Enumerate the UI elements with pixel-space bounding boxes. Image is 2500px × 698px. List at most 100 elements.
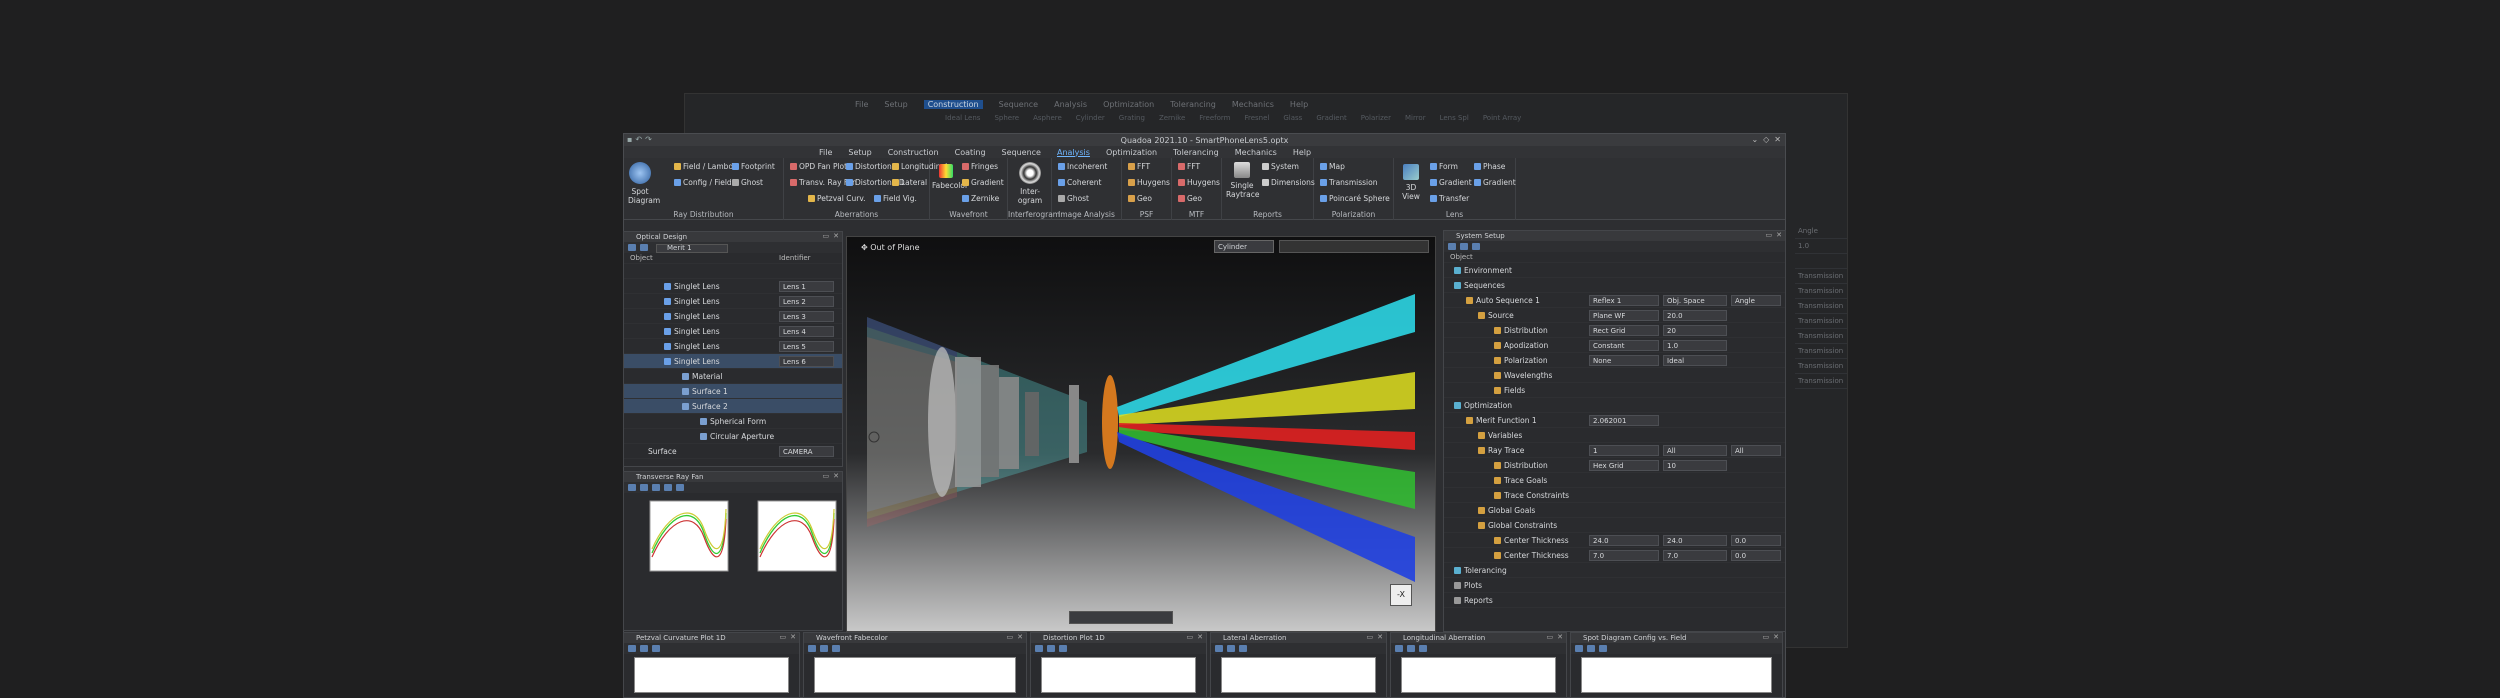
redo-icon[interactable]: ↷ (645, 135, 652, 144)
psf-huygens-button[interactable]: Huygens (1128, 178, 1170, 187)
setup-row[interactable]: Wavelengths (1444, 368, 1785, 383)
menu-coating[interactable]: Coating (955, 148, 986, 157)
setup-value-2[interactable]: 7.0 (1663, 549, 1727, 561)
axis-indicator[interactable]: -X (1390, 584, 1412, 606)
menu-tolerancing[interactable]: Tolerancing (1173, 148, 1219, 157)
child-row[interactable]: Surface 1 (624, 384, 842, 399)
field-vig-button[interactable]: Field Vig. (874, 194, 917, 203)
expand-all-icon[interactable] (1448, 243, 1456, 250)
panel-close-icon[interactable]: ✕ (1377, 633, 1383, 641)
setup-value-2[interactable]: Ideal (1663, 354, 1727, 366)
dimensions-button[interactable]: Dimensions (1262, 178, 1315, 187)
lens-identifier[interactable]: Lens 4 (779, 325, 834, 337)
collapse-icon[interactable] (640, 244, 648, 251)
gradient-wf-button[interactable]: Gradient (962, 178, 1004, 187)
form-button[interactable]: Form (1430, 162, 1458, 171)
lens-identifier[interactable]: Lens 3 (779, 310, 834, 322)
close-button[interactable]: ✕ (1774, 135, 1781, 144)
setup-value-3[interactable]: 0.0 (1731, 534, 1781, 546)
psf-geo-button[interactable]: Geo (1128, 194, 1152, 203)
refresh-icon[interactable] (640, 484, 648, 491)
lens-row[interactable]: Singlet Lens Lens 5 (624, 339, 842, 354)
copy-icon[interactable] (832, 645, 840, 652)
tree-row[interactable] (624, 264, 842, 279)
setup-row[interactable]: Distribution Rect Grid 20 (1444, 323, 1785, 338)
settings-icon[interactable] (628, 484, 636, 491)
lens-gradient-button[interactable]: Gradient (1430, 178, 1472, 187)
map-button[interactable]: Map (1320, 162, 1345, 171)
setup-value-2[interactable]: 1.0 (1663, 339, 1727, 351)
phase-button[interactable]: Phase (1474, 162, 1505, 171)
surface-row[interactable]: Surface CAMERA (624, 444, 842, 459)
setup-value-1[interactable]: Hex Grid (1589, 459, 1659, 471)
setup-value-2[interactable]: 20 (1663, 324, 1727, 336)
export-icon[interactable] (676, 484, 684, 491)
spot-diagram-button[interactable]: Spot Diagram (628, 162, 660, 205)
fabecolor-button[interactable]: Fabecolor (932, 164, 968, 190)
psf-fft-button[interactable]: FFT (1128, 162, 1150, 171)
settings-icon[interactable] (1035, 645, 1043, 652)
setup-value-1[interactable]: Constant (1589, 339, 1659, 351)
field-lambda-button[interactable]: Field / Lambda (674, 162, 738, 171)
setup-row[interactable]: Trace Constraints (1444, 488, 1785, 503)
setup-row[interactable]: Optimization (1444, 398, 1785, 413)
lens-row[interactable]: Singlet Lens Lens 4 (624, 324, 842, 339)
child-row[interactable]: Surface 2 (624, 399, 842, 414)
float-icon[interactable]: ▭ (1766, 231, 1773, 239)
settings-icon[interactable] (1575, 645, 1583, 652)
lens-identifier[interactable]: Lens 6 (779, 355, 834, 367)
mtf-huygens-button[interactable]: Huygens (1178, 178, 1220, 187)
settings-icon[interactable] (808, 645, 816, 652)
quick-access-toolbar[interactable]: ▪ ↶ ↷ (627, 135, 652, 144)
lateral-button[interactable]: Lateral (892, 178, 927, 187)
float-icon[interactable]: ▭ (1547, 633, 1554, 641)
expand-icon[interactable] (628, 244, 636, 251)
ghost-button[interactable]: Ghost (732, 178, 763, 187)
system-report-button[interactable]: System (1262, 162, 1299, 171)
single-raytrace-button[interactable]: Single Raytrace (1226, 162, 1259, 199)
setup-row[interactable]: Trace Goals (1444, 473, 1785, 488)
setup-value-3[interactable]: Angle (1731, 294, 1781, 306)
setup-row[interactable]: Merit Function 1 2.062001 (1444, 413, 1785, 428)
setup-value-1[interactable]: Rect Grid (1589, 324, 1659, 336)
refresh-icon[interactable] (640, 645, 648, 652)
filter-icon[interactable] (1472, 243, 1480, 250)
float-icon[interactable]: ▭ (823, 472, 830, 480)
setup-row[interactable]: Sequences (1444, 278, 1785, 293)
setup-value-1[interactable]: 7.0 (1589, 549, 1659, 561)
lens-row[interactable]: Singlet Lens Lens 1 (624, 279, 842, 294)
setup-value-2[interactable]: 20.0 (1663, 309, 1727, 321)
panel-close-icon[interactable]: ✕ (1017, 633, 1023, 641)
coherent-button[interactable]: Coherent (1058, 178, 1101, 187)
float-icon[interactable]: ▭ (1367, 633, 1374, 641)
save-icon[interactable]: ▪ (627, 135, 632, 144)
surface-identifier[interactable]: CAMERA (779, 445, 834, 457)
refresh-icon[interactable] (1407, 645, 1415, 652)
copy-icon[interactable] (1239, 645, 1247, 652)
menu-sequence[interactable]: Sequence (1002, 148, 1041, 157)
undo-icon[interactable]: ↶ (635, 135, 642, 144)
menu-construction[interactable]: Construction (888, 148, 939, 157)
3d-viewport[interactable]: ✥ Out of Plane Cylinder -X (846, 236, 1436, 632)
lens-gradient2-button[interactable]: Gradient (1474, 178, 1516, 187)
menu-analysis[interactable]: Analysis (1057, 148, 1090, 157)
float-icon[interactable]: ▭ (1763, 633, 1770, 641)
config-field-button[interactable]: Config / Field (674, 178, 732, 187)
setup-value-1[interactable]: 24.0 (1589, 534, 1659, 546)
menu-mechanics[interactable]: Mechanics (1235, 148, 1277, 157)
setup-row[interactable]: Polarization None Ideal (1444, 353, 1785, 368)
float-icon[interactable]: ▭ (780, 633, 787, 641)
menu-setup[interactable]: Setup (848, 148, 871, 157)
petzval-button[interactable]: Petzval Curv. (808, 194, 866, 203)
menu-help[interactable]: Help (1293, 148, 1311, 157)
setup-row[interactable]: Distribution Hex Grid 10 (1444, 458, 1785, 473)
print-icon[interactable] (664, 484, 672, 491)
fringes-button[interactable]: Fringes (962, 162, 998, 171)
lens-identifier[interactable]: Lens 1 (779, 280, 834, 292)
copy-icon[interactable] (652, 645, 660, 652)
merit-dropdown[interactable]: Merit 1 (656, 244, 728, 253)
footprint-button[interactable]: Footprint (732, 162, 775, 171)
panel-close-icon[interactable]: ✕ (790, 633, 796, 641)
setup-value-1[interactable]: Plane WF (1589, 309, 1659, 321)
float-icon[interactable]: ▭ (823, 232, 830, 240)
